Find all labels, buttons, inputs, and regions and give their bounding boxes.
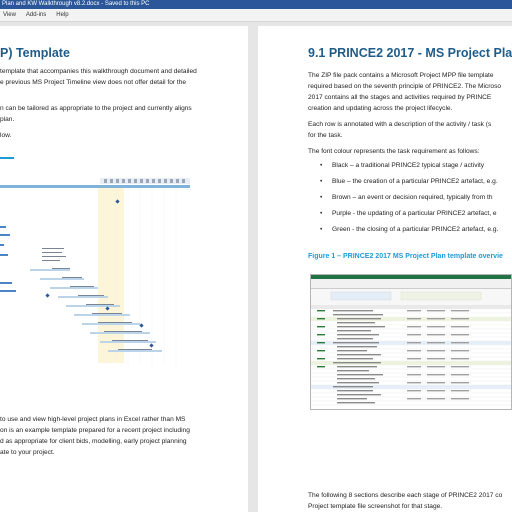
- left-para-4-line-1: to use and view high-level project plans…: [0, 416, 186, 423]
- left-para-4-line-4: ate to your project.: [0, 449, 55, 456]
- right-para-2-line-2: for the task.: [308, 132, 343, 139]
- screenshot-ribbon: [311, 279, 511, 289]
- left-para-1-line-2: e previous MS Project Timeline view does…: [0, 79, 187, 86]
- caption-fragment: [0, 157, 14, 159]
- right-para-3: The font colour represents the task requ…: [308, 148, 480, 155]
- right-para-1-line-2: required based on the seventh principle …: [308, 83, 502, 90]
- tab-help[interactable]: Help: [56, 12, 68, 18]
- right-para-2-line-1: Each row is annotated with a description…: [308, 121, 492, 128]
- ms-project-screenshot: [310, 274, 512, 410]
- ribbon-tabs: View Add-ins Help: [0, 9, 512, 22]
- list-item: Purple - the updating of a particular PR…: [320, 210, 498, 226]
- list-item: Blue – the creation of a particular PRIN…: [320, 178, 498, 194]
- window-title: Plan and KW Walkthrough v8.2.docx - Save…: [0, 0, 512, 9]
- document-workspace: P) Template template that accompanies th…: [0, 22, 512, 512]
- left-page-heading: P) Template: [0, 46, 70, 60]
- right-page: 9.1 PRINCE2 2017 - MS Project Plan Templ…: [258, 26, 512, 512]
- screenshot-grid: [311, 289, 511, 406]
- right-para-4-line-1: The following 8 sections describe each s…: [308, 492, 503, 499]
- left-para-1-line-1: template that accompanies this walkthrou…: [0, 68, 197, 75]
- left-para-4-line-2: on is an example template prepared for a…: [0, 427, 190, 434]
- list-item: Black – a traditional PRINCE2 typical st…: [320, 162, 498, 178]
- list-item: Brown – an event or decision required, t…: [320, 194, 498, 210]
- left-page: P) Template template that accompanies th…: [0, 26, 248, 512]
- right-para-4-line-2: Project template file screenshot for tha…: [308, 503, 443, 510]
- left-para-2-line-1: n can be tailored as appropriate to the …: [0, 105, 192, 112]
- tab-add-ins[interactable]: Add-ins: [26, 12, 46, 18]
- right-page-heading: 9.1 PRINCE2 2017 - MS Project Plan Templ: [308, 46, 512, 60]
- right-para-1-line-1: The ZIP file pack contains a Microsoft P…: [308, 72, 494, 79]
- left-para-3: low.: [0, 132, 12, 139]
- gantt-chart-image: [0, 174, 200, 374]
- tab-view[interactable]: View: [3, 12, 16, 18]
- left-para-4-line-3: d as appropriate for client bids, modell…: [0, 438, 187, 445]
- left-para-2-line-2: plan.: [0, 116, 15, 123]
- figure-caption: Figure 1 – PRINCE2 2017 MS Project Plan …: [308, 253, 503, 260]
- list-item: Green - the closing of a particular PRIN…: [320, 226, 498, 242]
- colour-legend-list: Black – a traditional PRINCE2 typical st…: [320, 162, 498, 242]
- right-para-1-line-4: creation and updating across the project…: [308, 105, 453, 112]
- right-para-1-line-3: 2017 contains all the stages and activit…: [308, 94, 492, 101]
